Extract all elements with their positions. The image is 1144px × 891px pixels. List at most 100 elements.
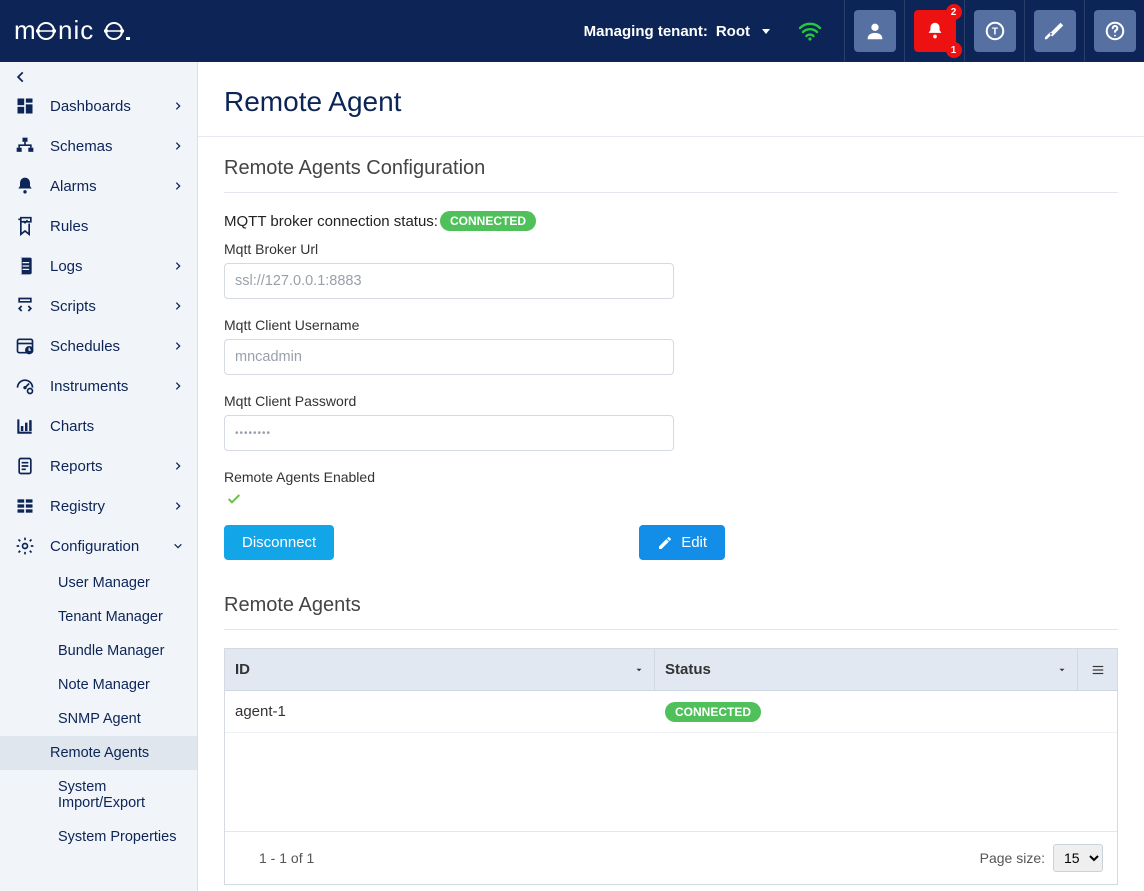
sidebar-subitem-user-manager[interactable]: User Manager — [50, 566, 197, 600]
sidebar-subitem-system-properties[interactable]: System Properties — [50, 820, 197, 854]
tenant-selector[interactable]: Managing tenant: Root — [584, 23, 770, 40]
sidebar-subitem-note-manager[interactable]: Note Manager — [50, 668, 197, 702]
sidebar-item-reports[interactable]: Reports — [0, 446, 197, 486]
gear-icon — [14, 536, 36, 556]
sidebar-subitem-snmp-agent[interactable]: SNMP Agent — [50, 702, 197, 736]
svg-text:T: T — [991, 27, 998, 38]
username-label: Mqtt Client Username — [224, 317, 1118, 333]
sidebar-item-schedules[interactable]: Schedules — [0, 326, 197, 366]
broker-url-label: Mqtt Broker Url — [224, 241, 1118, 257]
agents-section-title: Remote Agents — [224, 594, 1118, 617]
tenant-value: Root — [716, 23, 750, 40]
caret-down-icon — [1057, 665, 1067, 675]
row-count: 1 - 1 of 1 — [259, 850, 314, 866]
target-icon: T — [974, 10, 1016, 52]
sidebar-item-label: Logs — [50, 258, 83, 275]
sidebar-item-label: Alarms — [50, 178, 97, 195]
mqtt-status-label: MQTT broker connection status: — [224, 213, 438, 230]
enabled-label: Remote Agents Enabled — [224, 469, 1118, 485]
table-row[interactable]: agent-1 CONNECTED — [225, 691, 1117, 733]
column-header-status[interactable]: Status — [655, 649, 1077, 690]
dashboard-icon — [14, 96, 36, 116]
sidebar-item-label: Scripts — [50, 298, 96, 315]
notifications-button[interactable]: 2 1 — [904, 0, 964, 62]
sidebar-subitem-bundle-manager[interactable]: Bundle Manager — [50, 634, 197, 668]
chart-icon — [14, 416, 36, 436]
sidebar-item-logs[interactable]: Logs — [0, 246, 197, 286]
chevron-right-icon — [173, 141, 183, 151]
cell-status: CONNECTED — [655, 691, 1117, 732]
target-button[interactable]: T — [964, 0, 1024, 62]
disconnect-button[interactable]: Disconnect — [224, 525, 334, 560]
user-icon — [854, 10, 896, 52]
notif-badge-top: 2 — [946, 4, 962, 20]
chevron-right-icon — [173, 381, 183, 391]
sidebar-item-alarms[interactable]: Alarms — [0, 166, 197, 206]
column-options-button[interactable] — [1077, 649, 1117, 690]
sidebar-item-schemas[interactable]: Schemas — [0, 126, 197, 166]
main-content: Remote Agent Remote Agents Configuration… — [198, 62, 1144, 891]
sidebar-item-label: Reports — [50, 458, 103, 475]
sidebar-item-registry[interactable]: Registry — [0, 486, 197, 526]
chevron-right-icon — [173, 101, 183, 111]
sidebar-item-label: Configuration — [50, 538, 139, 555]
sidebar-subitem-system-import-export[interactable]: System Import/Export — [50, 770, 197, 820]
sidebar-item-label: Registry — [50, 498, 105, 515]
sidebar: Dashboards Schemas Alarms Rules Logs Scr… — [0, 62, 198, 891]
chevron-down-icon — [173, 541, 183, 551]
collapse-sidebar-button[interactable] — [0, 62, 197, 86]
password-input[interactable]: •••••••• — [224, 415, 674, 451]
user-button[interactable] — [844, 0, 904, 62]
svg-text:m: m — [14, 15, 37, 45]
menu-icon — [1090, 663, 1106, 677]
help-button[interactable] — [1084, 0, 1144, 62]
scripts-icon — [14, 296, 36, 316]
logo: m nic — [14, 14, 184, 48]
caret-down-icon — [762, 29, 770, 34]
sidebar-item-dashboards[interactable]: Dashboards — [0, 86, 197, 126]
registry-icon — [14, 496, 36, 516]
page-size-select[interactable]: 15 — [1053, 844, 1103, 872]
sidebar-subitem-remote-agents[interactable]: Remote Agents — [0, 736, 197, 770]
agents-table: ID Status agent-1 CONNECTED — [224, 648, 1118, 885]
caret-down-icon — [634, 665, 644, 675]
chevron-right-icon — [173, 261, 183, 271]
sidebar-item-charts[interactable]: Charts — [0, 406, 197, 446]
sidebar-item-instruments[interactable]: Instruments — [0, 366, 197, 406]
sidebar-item-label: Charts — [50, 418, 94, 435]
header-toolbar: 2 1 T — [844, 0, 1144, 62]
tools-button[interactable] — [1024, 0, 1084, 62]
logs-icon — [14, 256, 36, 276]
username-input[interactable]: mncadmin — [224, 339, 674, 375]
sidebar-item-label: Schemas — [50, 138, 113, 155]
broker-url-input[interactable]: ssl://127.0.0.1:8883 — [224, 263, 674, 299]
chevron-right-icon — [173, 181, 183, 191]
check-icon — [224, 491, 1118, 507]
chevron-right-icon — [173, 341, 183, 351]
sidebar-item-label: Rules — [50, 218, 88, 235]
sidebar-item-scripts[interactable]: Scripts — [0, 286, 197, 326]
wifi-status-icon — [798, 21, 822, 41]
column-header-id[interactable]: ID — [225, 649, 655, 690]
bell-icon — [14, 176, 36, 196]
pencil-icon — [657, 535, 673, 551]
sidebar-item-configuration[interactable]: Configuration — [0, 526, 197, 566]
status-badge: CONNECTED — [665, 702, 761, 722]
schemas-icon — [14, 136, 36, 156]
edit-button[interactable]: Edit — [639, 525, 725, 560]
rules-icon — [14, 216, 36, 236]
help-icon — [1094, 10, 1136, 52]
cell-id: agent-1 — [225, 691, 655, 732]
sidebar-item-rules[interactable]: Rules — [0, 206, 197, 246]
bell-alert-icon: 2 1 — [914, 10, 956, 52]
chevron-right-icon — [173, 461, 183, 471]
config-section-title: Remote Agents Configuration — [224, 157, 1118, 180]
sidebar-item-label: Schedules — [50, 338, 120, 355]
chevron-right-icon — [173, 301, 183, 311]
topbar: m nic Managing tenant: Root — [0, 0, 1144, 62]
sidebar-item-label: Dashboards — [50, 98, 131, 115]
mqtt-status-badge: CONNECTED — [440, 211, 536, 231]
page-title: Remote Agent — [224, 86, 1118, 118]
sidebar-subitem-tenant-manager[interactable]: Tenant Manager — [50, 600, 197, 634]
reports-icon — [14, 456, 36, 476]
